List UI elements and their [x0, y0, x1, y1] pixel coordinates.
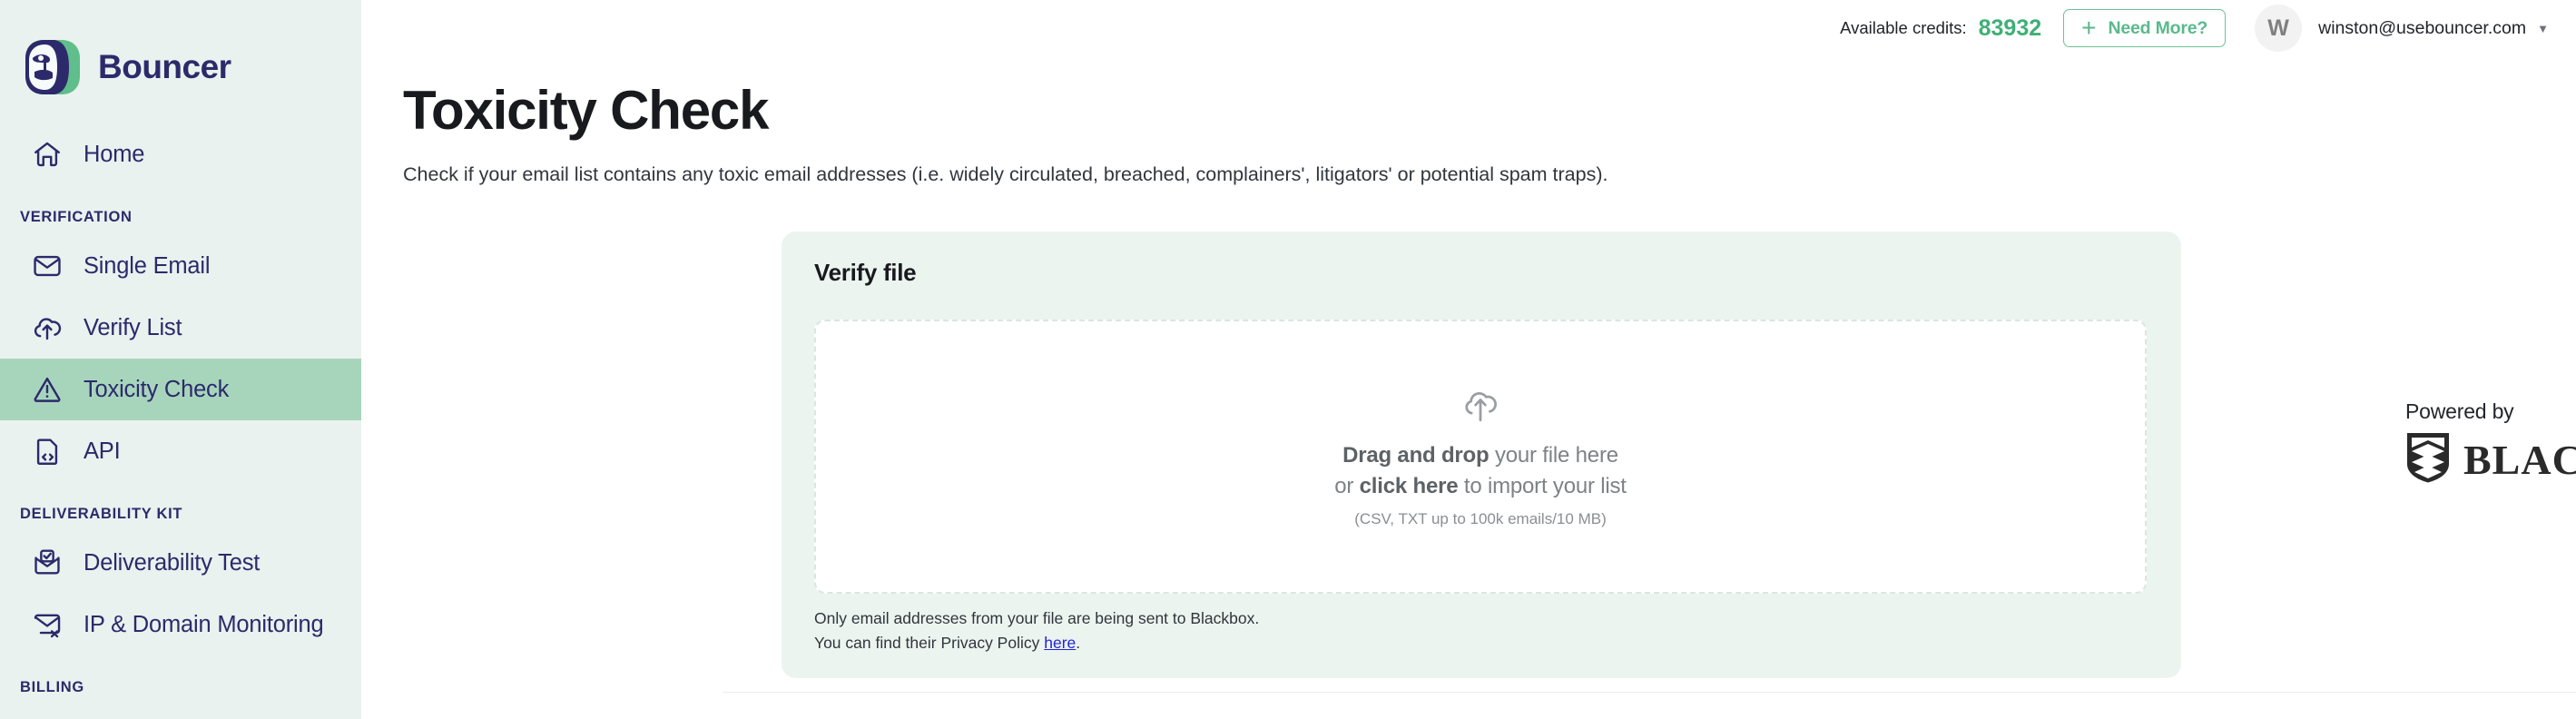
- sidebar-item-label: Toxicity Check: [84, 376, 230, 402]
- powered-by-label: Powered by: [2405, 399, 2514, 423]
- file-dropzone[interactable]: Drag and drop your file here or click he…: [814, 320, 2147, 594]
- credits-value: 83932: [1978, 15, 2042, 41]
- sidebar-item-label: IP & Domain Monitoring: [84, 611, 324, 637]
- envelope-check-icon: [31, 547, 64, 579]
- blackbox-logo: BLACKBOX: [2405, 431, 2576, 488]
- need-more-button[interactable]: + Need More?: [2063, 9, 2227, 47]
- app-root: Bouncer Home VERIFICATION Single Email V…: [0, 0, 2576, 719]
- sidebar-item-api[interactable]: API: [0, 420, 361, 482]
- card-note-line-2-prefix: You can find their Privacy Policy: [814, 634, 1045, 653]
- sidebar-section-deliverability-kit: DELIVERABILITY KIT: [20, 506, 183, 522]
- need-more-label: Need More?: [2108, 17, 2208, 38]
- sidebar-item-single-email[interactable]: Single Email: [0, 235, 361, 297]
- cloud-upload-icon: [1459, 386, 1502, 430]
- card-note-line-2-suffix: .: [1076, 634, 1081, 653]
- powered-by-blackbox: Powered by BLACKBOX: [2405, 399, 2576, 488]
- sidebar-nav: Home VERIFICATION Single Email Verify Li…: [0, 109, 361, 705]
- envelope-icon: [31, 250, 64, 282]
- bouncer-gorilla-logo-icon: [24, 38, 82, 96]
- bottom-divider: [723, 692, 2576, 693]
- dropzone-line-2-prefix: or: [1334, 473, 1360, 498]
- credits-label: Available credits:: [1840, 18, 1967, 37]
- page-title: Toxicity Check: [403, 80, 769, 141]
- sidebar: Bouncer Home VERIFICATION Single Email V…: [0, 0, 361, 719]
- account-email[interactable]: winston@usebouncer.com: [2318, 18, 2526, 39]
- sidebar-item-verify-list[interactable]: Verify List: [0, 297, 361, 359]
- sidebar-item-toxicity-check[interactable]: Toxicity Check: [0, 359, 361, 420]
- sidebar-item-home[interactable]: Home: [0, 123, 361, 185]
- dropzone-line-1-bold: Drag and drop: [1342, 442, 1490, 468]
- verify-file-card: Verify file Drag and drop your file here…: [782, 231, 2181, 678]
- sidebar-item-deliverability-test[interactable]: Deliverability Test: [0, 532, 361, 594]
- card-note-line-2: You can find their Privacy Policy here.: [814, 631, 1259, 655]
- dropzone-hint: (CSV, TXT up to 100k emails/10 MB): [1354, 509, 1607, 527]
- plus-icon: +: [2081, 14, 2097, 42]
- brand[interactable]: Bouncer: [0, 0, 361, 109]
- avatar-initial: W: [2267, 15, 2289, 41]
- home-icon: [31, 138, 64, 171]
- card-title: Verify file: [814, 259, 917, 286]
- topbar: Available credits: 83932 + Need More? W …: [361, 0, 2576, 56]
- privacy-policy-link[interactable]: here: [1044, 634, 1076, 652]
- avatar[interactable]: W: [2255, 5, 2303, 52]
- cloud-upload-icon: [31, 311, 64, 344]
- blackbox-shield-icon: [2405, 431, 2451, 488]
- sidebar-item-label: Verify List: [84, 314, 182, 340]
- sidebar-section-verification: VERIFICATION: [20, 209, 133, 225]
- sidebar-item-label: Home: [84, 141, 145, 167]
- brand-name: Bouncer: [98, 48, 231, 85]
- code-file-icon: [31, 435, 64, 468]
- main-content: Available credits: 83932 + Need More? W …: [361, 0, 2576, 719]
- click-here-link[interactable]: click here: [1360, 474, 1459, 498]
- sidebar-item-label: Deliverability Test: [84, 549, 261, 576]
- card-note-line-1: Only email addresses from your file are …: [814, 609, 1260, 627]
- dropzone-line-2: or click here to import your list: [1334, 474, 1627, 499]
- dropzone-line-1: Drag and drop your file here: [1342, 443, 1618, 468]
- page-subtitle: Check if your email list contains any to…: [403, 163, 1608, 185]
- sidebar-item-ip-domain-monitoring[interactable]: IP & Domain Monitoring: [0, 594, 361, 655]
- sidebar-section-billing: BILLING: [20, 679, 84, 695]
- dropzone-line-1-rest: your file here: [1489, 442, 1618, 468]
- sidebar-item-label: Single Email: [84, 252, 211, 279]
- card-note: Only email addresses from your file are …: [814, 606, 1259, 655]
- envelope-x-icon: [31, 608, 64, 641]
- warning-triangle-icon: [31, 373, 64, 406]
- dropzone-line-2-rest: to import your list: [1458, 473, 1627, 498]
- blackbox-wordmark: BLACKBOX: [2463, 437, 2576, 483]
- sidebar-item-label: API: [84, 438, 121, 464]
- chevron-down-icon[interactable]: ▼: [2537, 22, 2549, 35]
